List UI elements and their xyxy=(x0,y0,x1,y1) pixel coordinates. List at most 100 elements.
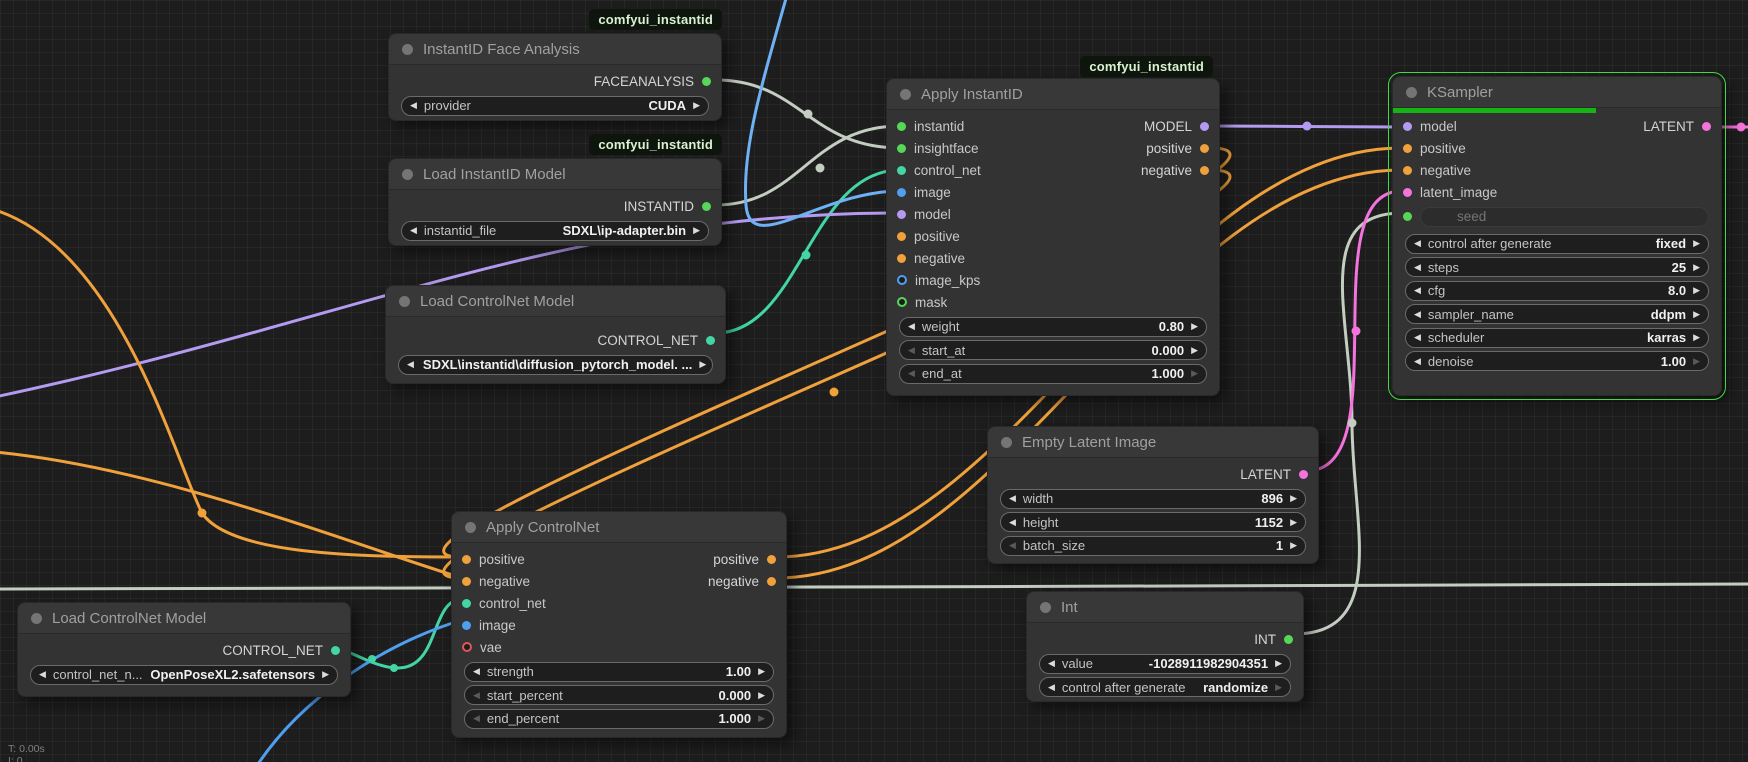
decrement-arrow-icon[interactable]: ◀ xyxy=(1009,494,1016,503)
output-slot-icon[interactable] xyxy=(331,646,340,655)
node-load-controlnet-model-instantid[interactable]: Load ControlNet Model CONTROL_NET ◀ SDXL… xyxy=(385,285,726,384)
decrement-arrow-icon[interactable]: ◀ xyxy=(1048,659,1055,668)
input-slot-icon[interactable] xyxy=(462,621,471,630)
increment-arrow-icon[interactable]: ▶ xyxy=(1693,263,1700,272)
node-instantid-face-analysis[interactable]: InstantID Face Analysis FACEANALYSIS ◀ p… xyxy=(388,33,722,121)
increment-arrow-icon[interactable]: ▶ xyxy=(1693,310,1700,319)
output-slot-icon[interactable] xyxy=(702,77,711,86)
input-slot-icon[interactable] xyxy=(897,254,906,263)
increment-arrow-icon[interactable]: ▶ xyxy=(1191,346,1198,355)
node-load-instantid-model[interactable]: Load InstantID Model INSTANTID ◀ instant… xyxy=(388,158,722,246)
output-slot-icon[interactable] xyxy=(1299,470,1308,479)
input-slot-icon[interactable] xyxy=(462,599,471,608)
node-apply-controlnet[interactable]: Apply ControlNet positive positive negat… xyxy=(451,511,787,738)
input-slot-icon[interactable] xyxy=(897,144,906,153)
increment-arrow-icon[interactable]: ▶ xyxy=(1191,322,1198,331)
node-int[interactable]: Int INT ◀ value -1028911982904351 ▶ ◀ co… xyxy=(1026,591,1304,702)
node-header[interactable]: InstantID Face Analysis xyxy=(389,34,721,65)
increment-arrow-icon[interactable]: ▶ xyxy=(1275,659,1282,668)
cfg-widget[interactable]: ◀ cfg 8.0 ▶ xyxy=(1405,281,1709,301)
input-slot-icon[interactable] xyxy=(462,642,472,652)
decrement-arrow-icon[interactable]: ◀ xyxy=(473,667,480,676)
collapse-toggle-icon[interactable] xyxy=(465,522,476,533)
node-load-controlnet-model-openpose[interactable]: Load ControlNet Model CONTROL_NET ◀ cont… xyxy=(17,602,351,697)
output-slot-icon[interactable] xyxy=(1200,122,1209,131)
decrement-arrow-icon[interactable]: ◀ xyxy=(473,691,480,700)
output-slot-icon[interactable] xyxy=(767,555,776,564)
increment-arrow-icon[interactable]: ▶ xyxy=(758,714,765,723)
increment-arrow-icon[interactable]: ▶ xyxy=(1693,357,1700,366)
decrement-arrow-icon[interactable]: ◀ xyxy=(410,226,417,235)
strength-widget[interactable]: ◀ strength 1.00 ▶ xyxy=(464,662,774,682)
provider-widget[interactable]: ◀ provider CUDA ▶ xyxy=(401,96,709,116)
input-slot-icon[interactable] xyxy=(1403,188,1412,197)
decrement-arrow-icon[interactable]: ◀ xyxy=(407,360,414,369)
start-percent-widget[interactable]: ◀ start_percent 0.000 ▶ xyxy=(464,685,774,705)
decrement-arrow-icon[interactable]: ◀ xyxy=(1414,333,1421,342)
weight-widget[interactable]: ◀ weight 0.80 ▶ xyxy=(899,317,1207,337)
decrement-arrow-icon[interactable]: ◀ xyxy=(1048,683,1055,692)
output-slot-icon[interactable] xyxy=(1200,166,1209,175)
controlnet-file-widget[interactable]: ◀ SDXL\instantid\diffusion_pytorch_model… xyxy=(398,355,713,375)
control-net-name-widget[interactable]: ◀ control_net_n... OpenPoseXL2.safetenso… xyxy=(30,665,338,685)
decrement-arrow-icon[interactable]: ◀ xyxy=(1009,541,1016,550)
collapse-toggle-icon[interactable] xyxy=(900,89,911,100)
node-header[interactable]: Load ControlNet Model xyxy=(386,286,725,317)
increment-arrow-icon[interactable]: ▶ xyxy=(1290,518,1297,527)
sampler-name-widget[interactable]: ◀ sampler_name ddpm ▶ xyxy=(1405,304,1709,324)
decrement-arrow-icon[interactable]: ◀ xyxy=(1009,518,1016,527)
decrement-arrow-icon[interactable]: ◀ xyxy=(1414,286,1421,295)
increment-arrow-icon[interactable]: ▶ xyxy=(1290,541,1297,550)
increment-arrow-icon[interactable]: ▶ xyxy=(1693,286,1700,295)
output-slot-icon[interactable] xyxy=(702,202,711,211)
decrement-arrow-icon[interactable]: ◀ xyxy=(908,322,915,331)
collapse-toggle-icon[interactable] xyxy=(31,613,42,624)
decrement-arrow-icon[interactable]: ◀ xyxy=(1414,357,1421,366)
increment-arrow-icon[interactable]: ▶ xyxy=(699,360,706,369)
output-slot-icon[interactable] xyxy=(1702,122,1711,131)
collapse-toggle-icon[interactable] xyxy=(1040,602,1051,613)
increment-arrow-icon[interactable]: ▶ xyxy=(1290,494,1297,503)
node-header[interactable]: Empty Latent Image xyxy=(988,427,1318,458)
increment-arrow-icon[interactable]: ▶ xyxy=(758,691,765,700)
decrement-arrow-icon[interactable]: ◀ xyxy=(410,101,417,110)
height-widget[interactable]: ◀ height 1152 ▶ xyxy=(1000,512,1306,532)
node-header[interactable]: Apply ControlNet xyxy=(452,512,786,543)
decrement-arrow-icon[interactable]: ◀ xyxy=(908,346,915,355)
input-slot-icon[interactable] xyxy=(1403,144,1412,153)
input-slot-icon[interactable] xyxy=(897,232,906,241)
node-graph-canvas[interactable]: comfyui_instantid comfyui_instantid comf… xyxy=(0,0,1748,762)
decrement-arrow-icon[interactable]: ◀ xyxy=(473,714,480,723)
decrement-arrow-icon[interactable]: ◀ xyxy=(1414,263,1421,272)
increment-arrow-icon[interactable]: ▶ xyxy=(693,226,700,235)
node-ksampler[interactable]: KSampler model LATENT positive negative … xyxy=(1392,76,1722,396)
input-slot-icon[interactable] xyxy=(1403,212,1412,221)
node-header[interactable]: Int xyxy=(1027,592,1303,623)
end-percent-widget[interactable]: ◀ end_percent 1.000 ▶ xyxy=(464,709,774,729)
input-slot-icon[interactable] xyxy=(462,555,471,564)
increment-arrow-icon[interactable]: ▶ xyxy=(1693,239,1700,248)
output-slot-icon[interactable] xyxy=(1200,144,1209,153)
input-slot-icon[interactable] xyxy=(897,166,906,175)
decrement-arrow-icon[interactable]: ◀ xyxy=(39,670,46,679)
denoise-widget[interactable]: ◀ denoise 1.00 ▶ xyxy=(1405,351,1709,371)
increment-arrow-icon[interactable]: ▶ xyxy=(322,670,329,679)
decrement-arrow-icon[interactable]: ◀ xyxy=(1414,310,1421,319)
decrement-arrow-icon[interactable]: ◀ xyxy=(908,369,915,378)
start-at-widget[interactable]: ◀ start_at 0.000 ▶ xyxy=(899,340,1207,360)
collapse-toggle-icon[interactable] xyxy=(1406,87,1417,98)
collapse-toggle-icon[interactable] xyxy=(1001,437,1012,448)
end-at-widget[interactable]: ◀ end_at 1.000 ▶ xyxy=(899,364,1207,384)
width-widget[interactable]: ◀ width 896 ▶ xyxy=(1000,489,1306,509)
collapse-toggle-icon[interactable] xyxy=(402,44,413,55)
increment-arrow-icon[interactable]: ▶ xyxy=(758,667,765,676)
instantid-file-widget[interactable]: ◀ instantid_file SDXL\ip-adapter.bin ▶ xyxy=(401,221,709,241)
node-header[interactable]: KSampler xyxy=(1393,77,1721,108)
increment-arrow-icon[interactable]: ▶ xyxy=(1191,369,1198,378)
collapse-toggle-icon[interactable] xyxy=(399,296,410,307)
increment-arrow-icon[interactable]: ▶ xyxy=(1693,333,1700,342)
input-slot-icon[interactable] xyxy=(897,210,906,219)
input-slot-icon[interactable] xyxy=(462,577,471,586)
increment-arrow-icon[interactable]: ▶ xyxy=(693,101,700,110)
input-slot-icon[interactable] xyxy=(897,297,907,307)
